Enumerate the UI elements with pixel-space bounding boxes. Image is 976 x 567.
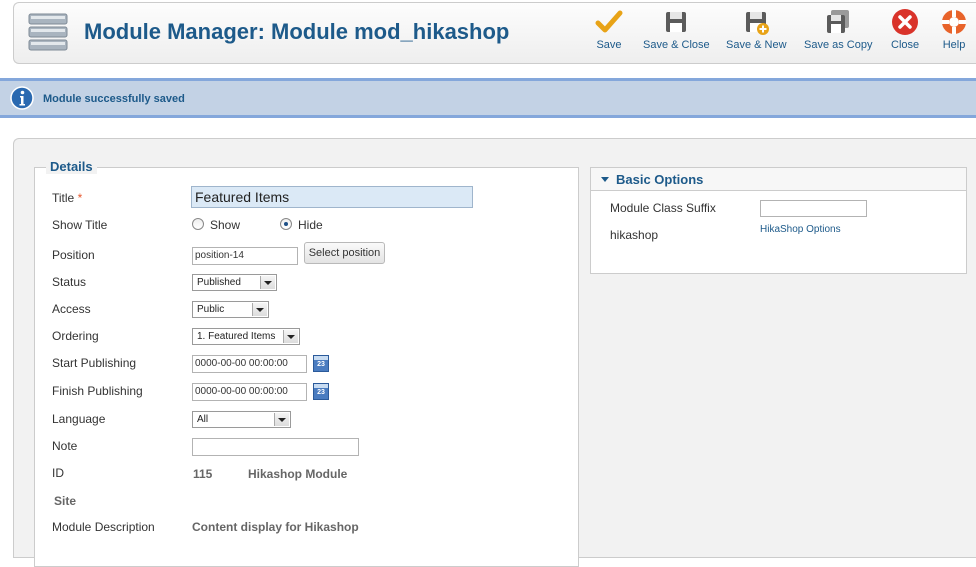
title-input[interactable]: Featured Items xyxy=(191,186,473,208)
calendar-icon[interactable]: 23 xyxy=(313,355,329,372)
info-icon xyxy=(10,86,34,110)
page-title: Module Manager: Module mod_hikashop xyxy=(84,19,510,44)
save-button[interactable]: Save xyxy=(595,8,623,51)
class-suffix-input[interactable] xyxy=(760,200,867,217)
ordering-value: 1. Featured Items xyxy=(197,331,276,342)
class-suffix-label: Module Class Suffix xyxy=(610,201,716,215)
basic-options-header[interactable]: Basic Options xyxy=(591,168,966,191)
checkmark-icon xyxy=(595,10,623,33)
save-new-label: Save & New xyxy=(726,39,787,51)
chevron-down-icon xyxy=(260,276,275,289)
show-title-label: Show Title xyxy=(52,218,108,232)
details-legend: Details xyxy=(46,159,97,174)
title-label: Title * xyxy=(52,191,82,205)
chevron-down-icon xyxy=(274,413,289,426)
status-select[interactable]: Published xyxy=(192,274,277,291)
show-title-hide-radio[interactable] xyxy=(280,218,292,230)
ordering-select[interactable]: 1. Featured Items xyxy=(192,328,300,345)
lifebuoy-icon xyxy=(942,10,966,34)
floppy-disk-icon xyxy=(666,12,687,32)
help-label: Help xyxy=(942,39,966,51)
id-label: ID xyxy=(52,466,64,480)
hikashop-label: hikashop xyxy=(610,228,659,242)
language-select[interactable]: All xyxy=(192,411,291,428)
module-description-value: Content display for Hikashop xyxy=(192,520,359,534)
close-button[interactable]: Close xyxy=(891,8,919,51)
basic-options-title: Basic Options xyxy=(616,172,704,187)
language-value: All xyxy=(197,414,209,425)
start-publishing-label: Start Publishing xyxy=(52,356,137,370)
position-input[interactable]: position-14 xyxy=(192,247,298,265)
save-new-button[interactable]: Save & New xyxy=(726,8,787,51)
save-as-copy-label: Save as Copy xyxy=(804,39,873,51)
chevron-down-icon xyxy=(252,303,267,316)
show-title-show-radio[interactable] xyxy=(192,218,204,230)
language-label: Language xyxy=(52,412,106,426)
note-input[interactable] xyxy=(192,438,359,456)
save-close-button[interactable]: Save & Close xyxy=(643,8,710,51)
status-label: Status xyxy=(52,275,87,289)
help-button[interactable]: Help xyxy=(940,8,968,51)
title-label-text: Title xyxy=(52,191,75,205)
id-value: 115 xyxy=(193,467,213,481)
access-value: Public xyxy=(197,304,225,315)
access-select[interactable]: Public xyxy=(192,301,269,318)
show-title-hide-label: Hide xyxy=(298,218,323,232)
note-label: Note xyxy=(52,439,78,453)
caret-down-icon xyxy=(601,177,609,182)
module-description-label: Module Description xyxy=(52,520,155,534)
finish-publishing-label: Finish Publishing xyxy=(52,384,143,398)
select-position-button[interactable]: Select position xyxy=(304,242,385,264)
status-value: Published xyxy=(197,277,241,288)
floppy-disk-plus-icon xyxy=(746,12,770,35)
finish-publishing-input[interactable]: 0000-00-00 00:00:00 xyxy=(192,383,307,401)
start-publishing-input[interactable]: 0000-00-00 00:00:00 xyxy=(192,355,307,373)
save-as-copy-button[interactable]: Save as Copy xyxy=(804,8,872,51)
required-mark: * xyxy=(77,191,83,205)
close-label: Close xyxy=(891,39,920,51)
hikashop-options-link[interactable]: HikaShop Options xyxy=(760,224,841,235)
system-message: Module successfully saved xyxy=(0,78,976,118)
position-label: Position xyxy=(52,248,95,262)
floppy-disk-copy-icon xyxy=(827,10,850,33)
site-label: Site xyxy=(54,494,77,508)
show-title-show-label: Show xyxy=(210,218,241,232)
message-text: Module successfully saved xyxy=(43,93,185,105)
close-icon xyxy=(892,9,919,35)
calendar-icon[interactable]: 23 xyxy=(313,383,329,400)
save-label: Save xyxy=(596,39,622,51)
ordering-label: Ordering xyxy=(52,329,99,343)
module-manager-icon xyxy=(28,13,68,51)
save-close-label: Save & Close xyxy=(643,39,710,51)
access-label: Access xyxy=(52,302,91,316)
basic-options-panel: Basic Options xyxy=(590,167,967,274)
module-name: Hikashop Module xyxy=(248,467,348,481)
chevron-down-icon xyxy=(283,330,298,343)
